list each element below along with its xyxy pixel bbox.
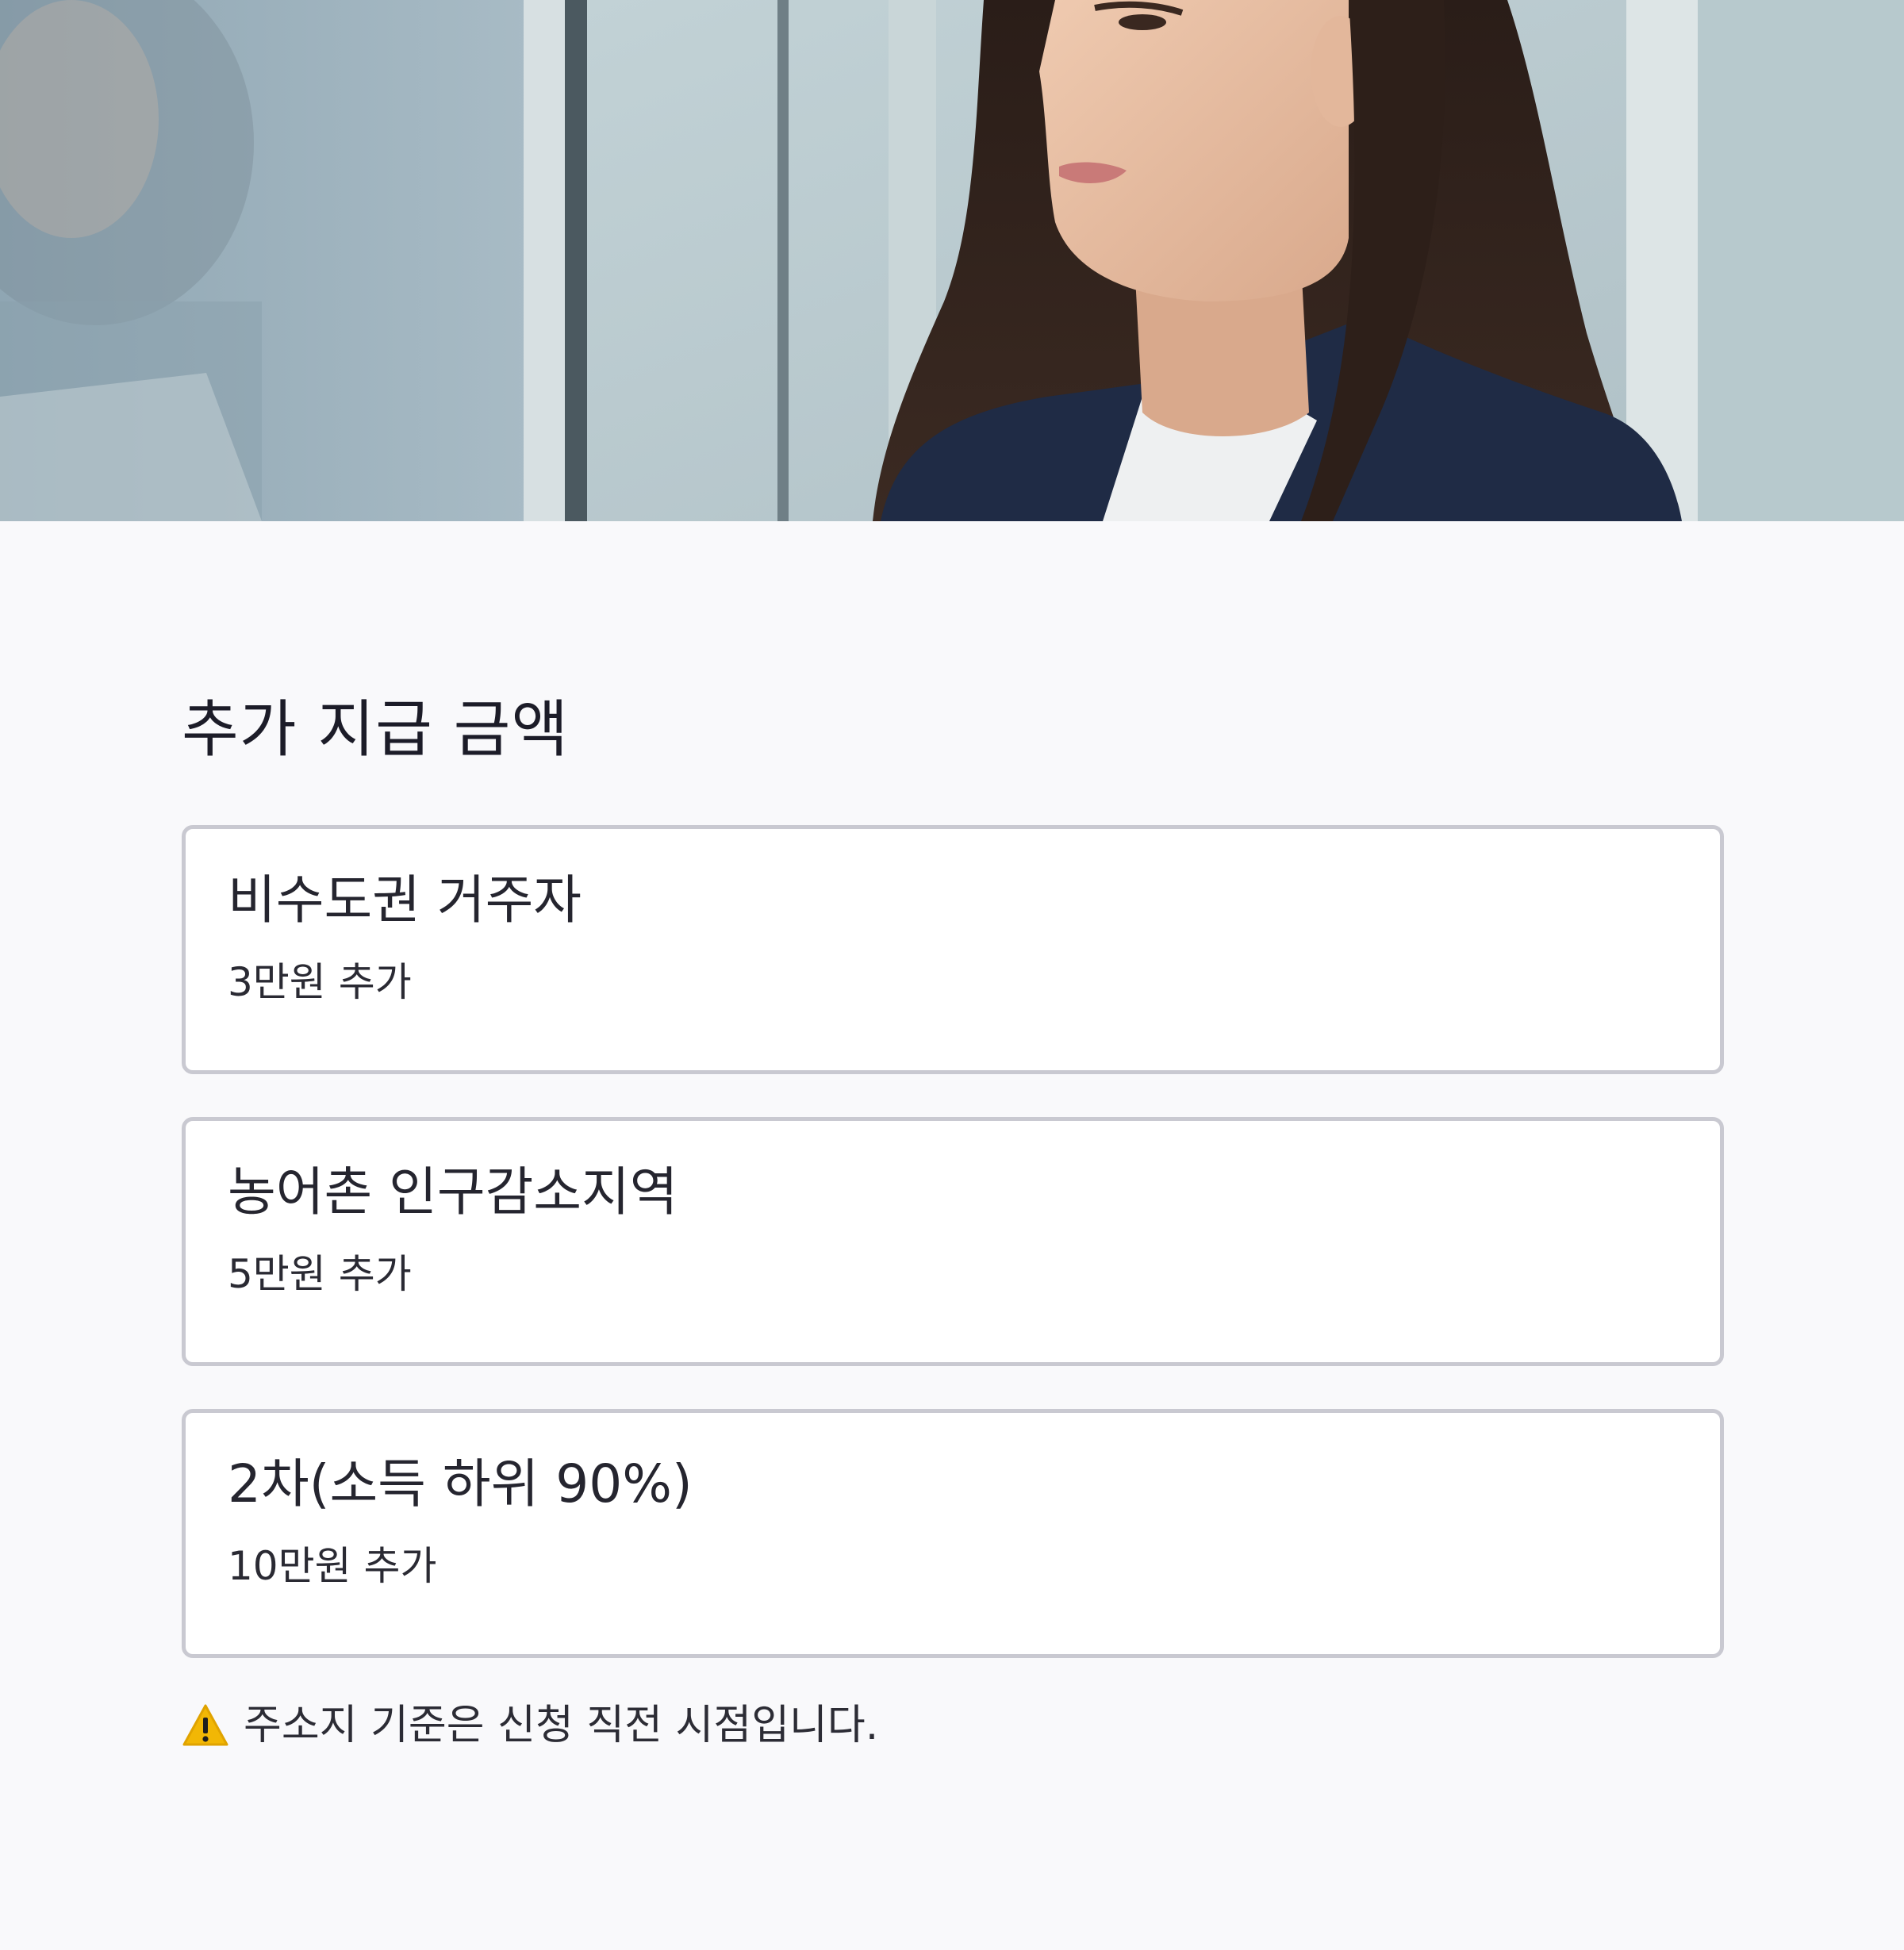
card-title: 농어촌 인구감소지역 — [228, 1161, 678, 1223]
card-second-round: 2차(소득 하위 90%) 10만원 추가 — [182, 1409, 1724, 1658]
card-title: 2차(소득 하위 90%) — [228, 1453, 693, 1514]
card-description: 10만원 추가 — [228, 1543, 437, 1589]
card-list: 비수도권 거주자 3만원 추가 농어촌 인구감소지역 5만원 추가 2차(소득 … — [182, 825, 1724, 1658]
main-content: 추가 지급 금액 비수도권 거주자 3만원 추가 농어촌 인구감소지역 5만원 … — [182, 690, 1724, 1753]
card-non-capital-resident: 비수도권 거주자 3만원 추가 — [182, 825, 1724, 1074]
notice-text: 주소지 기준은 신청 직전 시점입니다. — [244, 1702, 879, 1749]
page: 추가 지급 금액 비수도권 거주자 3만원 추가 농어촌 인구감소지역 5만원 … — [0, 0, 1904, 1950]
warning-icon — [182, 1704, 228, 1746]
card-description: 5만원 추가 — [228, 1251, 412, 1297]
card-title: 비수도권 거주자 — [228, 869, 582, 931]
address-notice: 주소지 기준은 신청 직전 시점입니다. — [182, 1698, 1724, 1753]
section-title: 추가 지급 금액 — [182, 694, 570, 766]
card-description: 3만원 추가 — [228, 959, 412, 1005]
card-rural-depopulation-area: 농어촌 인구감소지역 5만원 추가 — [182, 1117, 1724, 1366]
hero-image — [0, 0, 1904, 521]
